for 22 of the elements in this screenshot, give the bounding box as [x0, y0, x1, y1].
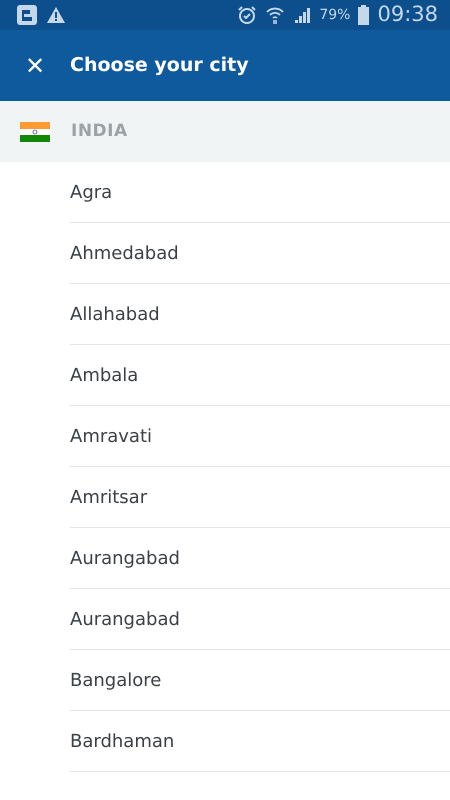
city-item[interactable]: Allahabad — [70, 284, 450, 345]
country-heading: INDIA — [71, 120, 128, 143]
close-button[interactable]: ✕ — [0, 54, 70, 78]
screen-title: Choose your city — [70, 53, 249, 78]
battery-percentage: 79% — [319, 6, 350, 24]
city-item[interactable]: Agra — [70, 162, 450, 223]
city-item[interactable]: Amritsar — [70, 467, 450, 528]
app-icon — [16, 4, 38, 26]
flag-icon — [20, 122, 50, 142]
city-item[interactable]: Ambala — [70, 345, 450, 406]
city-item[interactable]: Aurangabad — [70, 589, 450, 650]
city-item[interactable]: Bardhaman — [70, 711, 450, 772]
city-item[interactable]: Bangalore — [70, 650, 450, 711]
alarm-icon — [237, 5, 258, 25]
warning-icon — [46, 6, 66, 24]
signal-icon — [293, 6, 312, 24]
city-item[interactable]: Aurangabad — [70, 528, 450, 589]
clock-time: 09:38 — [377, 1, 438, 28]
wifi-icon — [265, 5, 286, 25]
battery-icon — [358, 5, 370, 25]
city-item[interactable]: Ahmedabad — [70, 223, 450, 284]
city-item[interactable]: Amravati — [70, 406, 450, 467]
